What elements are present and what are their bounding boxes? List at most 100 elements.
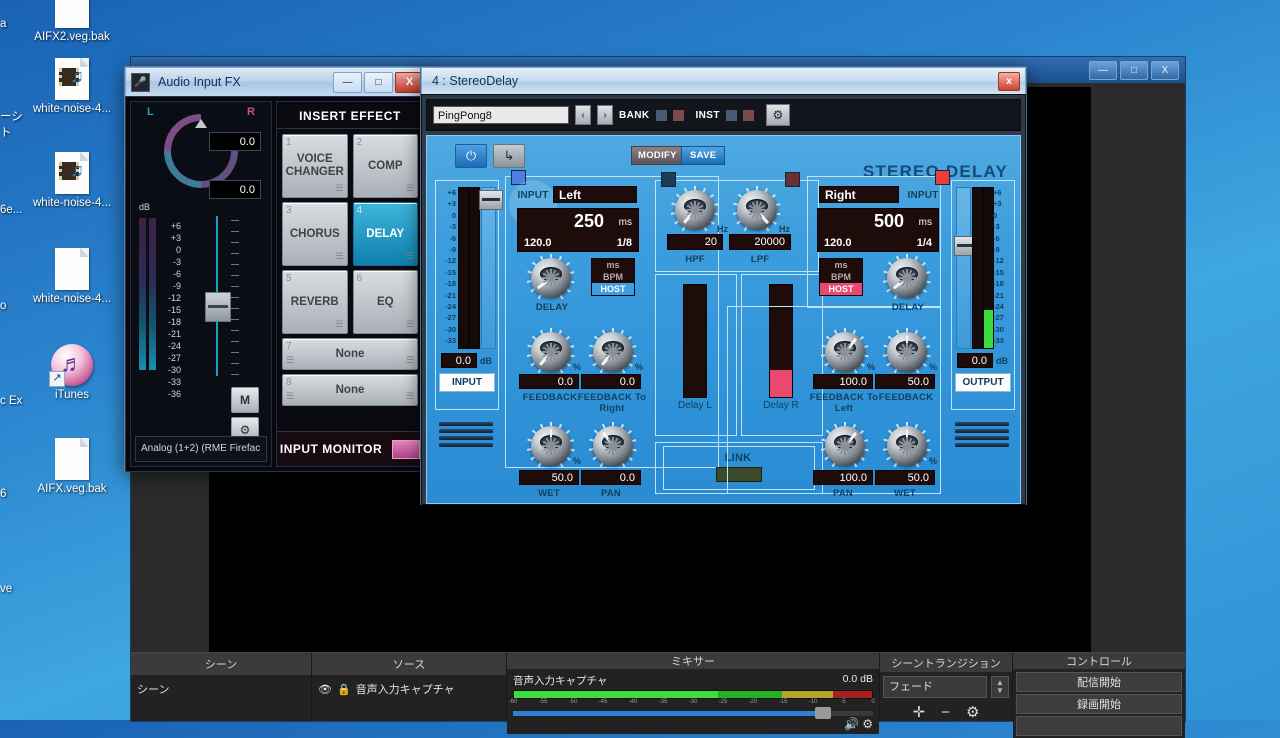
preset-name-field[interactable]: PingPong8 xyxy=(433,106,569,124)
left-feedback-knob[interactable] xyxy=(527,328,575,374)
preset-next-button[interactable]: › xyxy=(597,105,613,125)
filter-led-right[interactable] xyxy=(785,172,800,187)
input-fader[interactable] xyxy=(205,216,231,376)
filter-led-left[interactable] xyxy=(661,172,676,187)
right-wet-value[interactable]: 50.0 xyxy=(875,470,935,485)
mute-button[interactable]: M xyxy=(231,387,259,413)
aifx-maximize-button[interactable]: □ xyxy=(364,71,393,93)
desktop-icon-aifx[interactable]: AIFX.veg.bak xyxy=(24,438,120,496)
gain-value[interactable]: 0.0 xyxy=(209,180,261,199)
grip-icon[interactable]: ☰ xyxy=(406,354,414,367)
stereodelay-close-button[interactable]: x xyxy=(998,71,1020,91)
fx-slot-3[interactable]: 3 CHORUS ☰ xyxy=(282,202,348,266)
left-wet-knob[interactable] xyxy=(527,422,575,468)
desktop-icon-aifx2[interactable]: AIFX2.veg.bak xyxy=(24,0,120,44)
right-mode-ms[interactable]: ms xyxy=(820,259,862,271)
desktop-icon-whitenoise-1[interactable]: ♫ white-noise-4... xyxy=(24,58,120,116)
left-delay-knob[interactable] xyxy=(527,254,575,300)
input-fader[interactable] xyxy=(479,187,503,349)
left-pan-knob[interactable] xyxy=(589,422,637,468)
mixer-volume-handle[interactable] xyxy=(814,707,831,719)
hpf-value[interactable]: 20 xyxy=(667,234,723,250)
output-button[interactable]: OUTPUT xyxy=(955,373,1011,392)
save-button[interactable]: SAVE xyxy=(681,146,726,165)
dock-scenes-body[interactable]: シーン xyxy=(131,676,311,721)
lpf-value[interactable]: 20000 xyxy=(729,234,791,250)
grip-icon[interactable]: ☰ xyxy=(335,250,343,263)
eye-icon[interactable]: 👁 xyxy=(318,683,332,696)
right-delay-knob[interactable] xyxy=(883,254,931,300)
transition-select[interactable]: フェード xyxy=(883,676,987,698)
aifx-titlebar[interactable]: 🎤 Audio Input FX — □ X xyxy=(125,67,429,96)
right-time-display[interactable]: 500 ms 120.0 1/4 xyxy=(817,208,939,252)
grip-icon[interactable]: ☰ xyxy=(406,390,414,403)
inst-led-b[interactable] xyxy=(742,109,754,121)
fx-slot-2[interactable]: 2 COMP ☰ xyxy=(352,134,418,198)
right-mode-bpm[interactable]: BPM xyxy=(820,271,862,283)
obs-maximize-button[interactable]: □ xyxy=(1120,60,1148,80)
stereodelay-titlebar[interactable]: 4 : StereoDelay x xyxy=(421,67,1026,94)
desktop-icon-itunes[interactable]: ♬ ↗ iTunes xyxy=(24,344,120,402)
left-mode-bpm[interactable]: BPM xyxy=(592,271,634,283)
right-mode-host[interactable]: HOST xyxy=(820,283,862,295)
left-pan-value[interactable]: 0.0 xyxy=(581,470,641,485)
device-name[interactable]: Analog (1+2) (RME Firefac xyxy=(135,436,267,462)
modify-button[interactable]: MODIFY xyxy=(631,146,684,165)
right-pan-value[interactable]: 100.0 xyxy=(813,470,873,485)
dock-sources-body[interactable]: 👁 🔒 音声入力キャプチャ xyxy=(312,676,506,721)
lock-icon[interactable]: 🔒 xyxy=(337,683,351,696)
left-mode-host[interactable]: HOST xyxy=(592,283,634,295)
speaker-icon[interactable]: 🔊 xyxy=(844,717,859,731)
fx-slot-1[interactable]: 1 VOICE CHANGER ☰ xyxy=(282,134,348,198)
gear-icon[interactable]: ⚙ xyxy=(862,717,873,731)
desktop-icon-whitenoise-2[interactable]: ♫ white-noise-4... xyxy=(24,152,120,210)
start-recording-button[interactable]: 録画開始 xyxy=(1016,694,1182,714)
gear-icon[interactable]: ⚙ xyxy=(966,703,979,721)
right-feedback-to-left-value[interactable]: 100.0 xyxy=(813,374,873,389)
fx-slot-5[interactable]: 5 REVERB ☰ xyxy=(282,270,348,334)
grip-icon[interactable]: ☰ xyxy=(406,250,414,263)
right-pan-knob[interactable] xyxy=(821,422,869,468)
inst-led-a[interactable] xyxy=(725,109,737,121)
grip-icon[interactable]: ☰ xyxy=(286,390,294,403)
right-feedback-value[interactable]: 50.0 xyxy=(875,374,935,389)
plus-icon[interactable]: ✛ xyxy=(913,703,926,721)
desktop-icon-whitenoise-3[interactable]: white-noise-4... xyxy=(24,248,120,306)
start-streaming-button[interactable]: 配信開始 xyxy=(1016,672,1182,692)
right-channel-select[interactable]: Right xyxy=(819,186,899,203)
fx-slot-6[interactable]: 6 EQ ☰ xyxy=(352,270,418,334)
left-channel-select[interactable]: Left xyxy=(553,186,637,203)
hpf-knob[interactable] xyxy=(671,186,719,232)
right-feedback-to-left-knob[interactable] xyxy=(821,328,869,374)
right-time-mode[interactable]: ms BPM HOST xyxy=(819,258,863,296)
pan-knob[interactable] xyxy=(148,98,254,204)
right-feedback-knob[interactable] xyxy=(883,328,931,374)
fx-slot-8[interactable]: 8 ☰ None ☰ xyxy=(282,374,418,406)
left-mode-ms[interactable]: ms xyxy=(592,259,634,271)
right-channel-led[interactable] xyxy=(935,170,950,185)
studio-mode-button[interactable] xyxy=(1016,716,1182,736)
fx-slot-4[interactable]: 4 DELAY ☰ xyxy=(352,202,418,266)
grip-icon[interactable]: ☰ xyxy=(335,182,343,195)
grip-icon[interactable]: ☰ xyxy=(406,182,414,195)
left-feedback-to-right-knob[interactable] xyxy=(589,328,637,374)
left-time-display[interactable]: 250 ms 120.0 1/8 xyxy=(517,208,639,252)
power-icon[interactable]: ⏻ xyxy=(455,144,487,168)
gear-icon[interactable]: ⚙ xyxy=(765,104,790,126)
minus-icon[interactable]: − xyxy=(941,704,950,721)
grip-icon[interactable]: ☰ xyxy=(335,318,343,331)
lpf-knob[interactable] xyxy=(733,186,781,232)
left-feedback-value[interactable]: 0.0 xyxy=(519,374,579,389)
input-monitor-toggle[interactable] xyxy=(392,439,421,459)
output-fader[interactable] xyxy=(954,187,978,349)
obs-close-button[interactable]: X xyxy=(1151,60,1179,80)
left-wet-value[interactable]: 50.0 xyxy=(519,470,579,485)
output-gain-value[interactable]: 0.0 xyxy=(957,353,993,368)
right-wet-knob[interactable] xyxy=(883,422,931,468)
left-feedback-to-right-value[interactable]: 0.0 xyxy=(581,374,641,389)
routing-icon[interactable]: ↳ xyxy=(493,144,525,168)
pan-value[interactable]: 0.0 xyxy=(209,132,261,151)
grip-icon[interactable]: ☰ xyxy=(286,354,294,367)
preset-prev-button[interactable]: ‹ xyxy=(575,105,591,125)
transition-duration-spinner[interactable]: ▲ ▼ xyxy=(991,676,1009,698)
